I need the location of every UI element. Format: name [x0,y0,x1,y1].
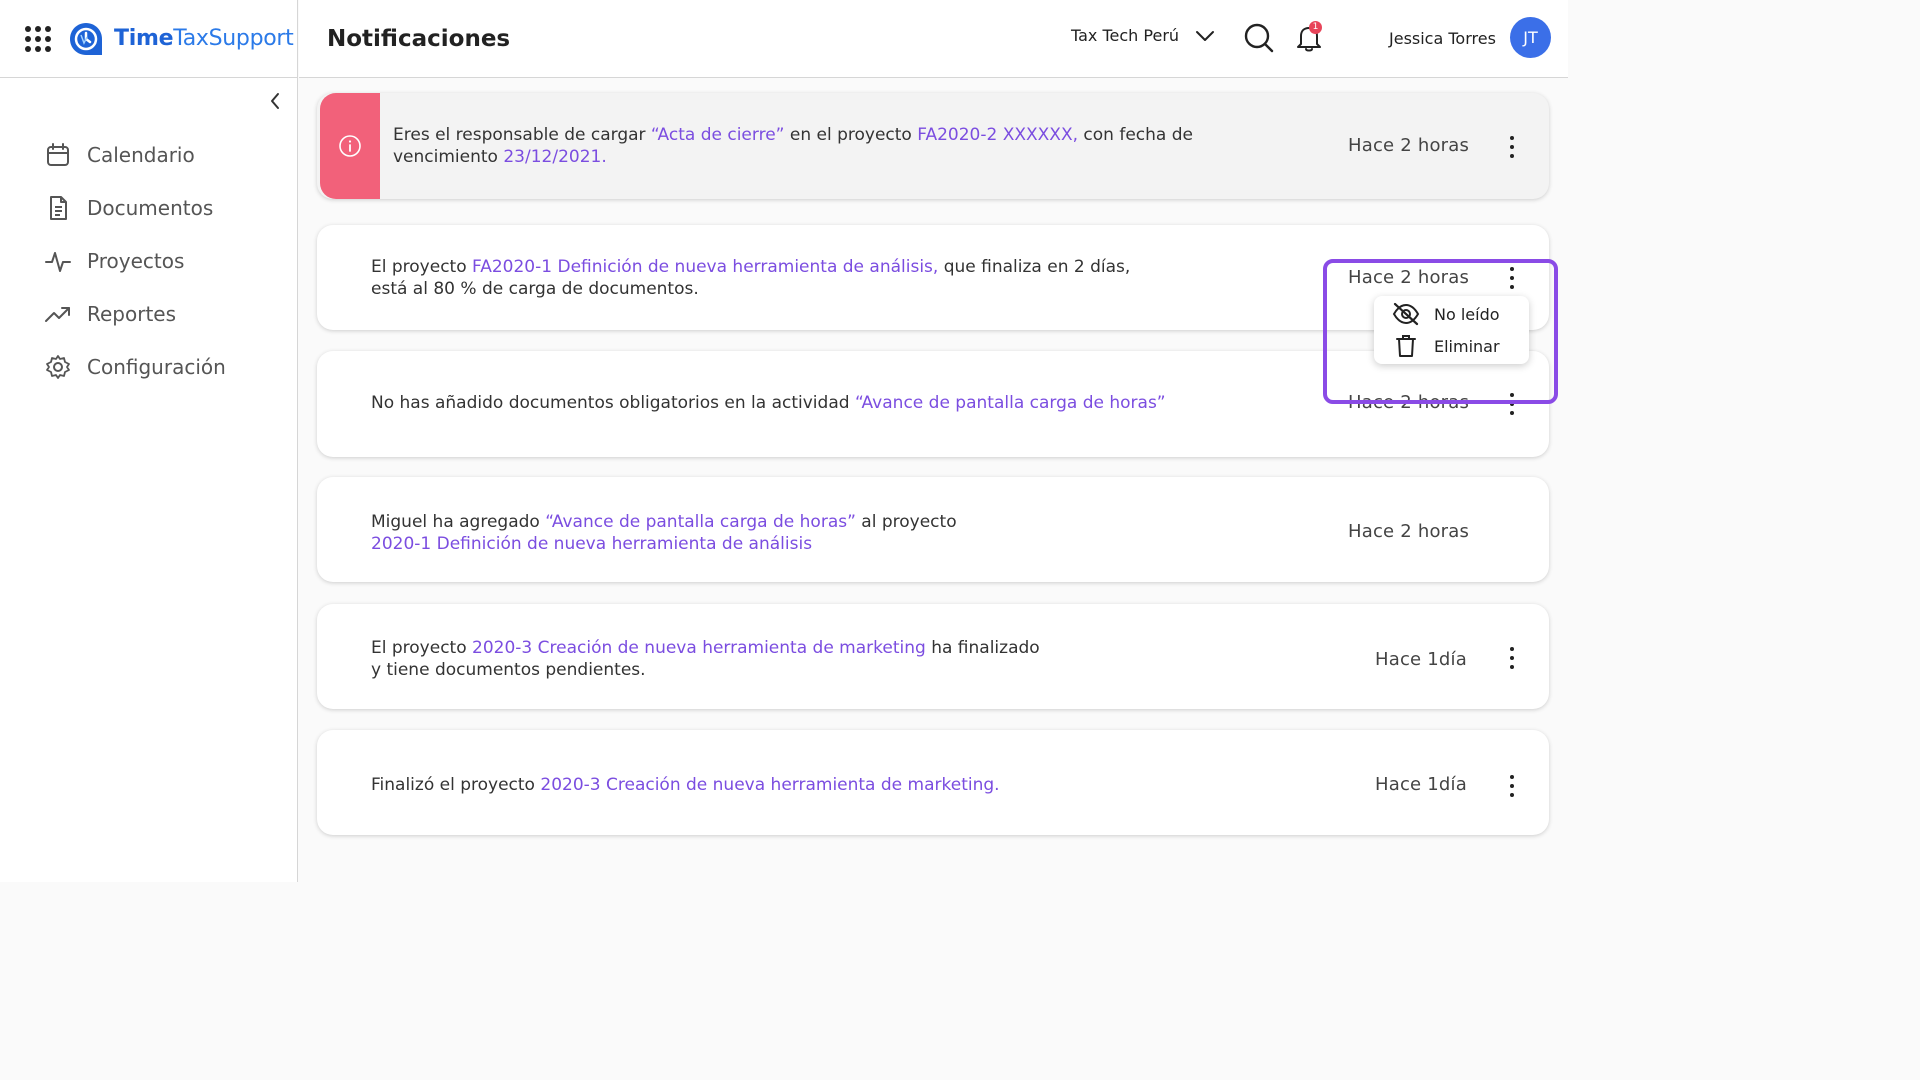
delete-menu-item[interactable]: Eliminar [1392,334,1500,358]
project-link[interactable]: FA2020-2 XXXXXX, [917,125,1078,145]
message-text: está al 80 % de carga de documentos. [371,279,699,299]
message-text: El proyecto [371,638,473,658]
brand-name: TimeTaxSupport [114,26,294,51]
sidebar: TimeTaxSupport Calendario Documentos Pro… [0,0,298,882]
menu-item-label: Eliminar [1434,336,1500,356]
project-link[interactable]: FA2020-1 Definición de nueva herramienta… [472,257,938,277]
message-text: al proyecto [855,512,957,532]
top-header: Notificaciones Tax Tech Perú 1 Jessica T… [299,0,1568,78]
sidebar-item-documentos[interactable]: Documentos [0,181,297,234]
info-icon [339,135,361,157]
sidebar-item-configuracion[interactable]: Configuración [0,340,297,393]
notification-message: No has añadido documentos obligatorios e… [371,392,1166,414]
document-link[interactable]: “Acta de cierre” [651,125,785,145]
sidebar-item-proyectos[interactable]: Proyectos [0,234,297,287]
brand-name-part1: Time [114,26,174,51]
notification-card[interactable]: Miguel ha agregado “Avance de pantalla c… [317,477,1549,582]
notification-card[interactable]: No has añadido documentos obligatorios e… [317,351,1549,457]
message-text: ha finalizado [925,638,1040,658]
logo-icon [70,22,102,55]
avatar[interactable]: JT [1510,17,1551,58]
notification-card[interactable]: El proyecto 2020-3 Creación de nueva her… [317,604,1549,709]
menu-item-label: No leído [1434,304,1500,324]
apps-grid-icon[interactable] [24,25,52,53]
message-text: Eres el responsable de cargar [393,125,651,145]
activity-icon [45,251,71,272]
sidebar-item-label: Documentos [87,195,214,220]
notification-message: Finalizó el proyecto 2020-3 Creación de … [371,774,1000,796]
message-text: que finaliza en 2 días, [938,257,1131,277]
project-link[interactable]: 2020-3 Creación de nueva herramienta de … [472,638,926,658]
message-text: vencimiento [393,147,504,167]
search-button[interactable] [1243,22,1275,58]
sidebar-item-label: Configuración [87,354,226,379]
message-text: El proyecto [371,257,473,277]
user-name[interactable]: Jessica Torres [1389,29,1496,48]
message-text: No has añadido documentos obligatorios e… [371,393,855,413]
notification-time: Hace 1día [1375,774,1467,795]
message-text: y tiene documentos pendientes. [371,660,646,680]
notification-context-menu: No leído Eliminar [1374,296,1529,364]
company-selector-label: Tax Tech Perú [1071,26,1180,45]
more-options-icon[interactable] [1503,647,1521,669]
document-icon [50,195,67,220]
gear-icon [46,354,70,379]
activity-link[interactable]: “Avance de pantalla carga de horas” [545,512,856,532]
chevron-down-icon [1196,30,1215,41]
project-link[interactable]: 2020-1 Definición de nueva herramienta d… [371,534,812,554]
trending-icon [45,306,70,322]
sidebar-item-label: Proyectos [87,248,185,273]
eye-off-icon [1392,302,1420,326]
notification-message: Eres el responsable de cargar “Acta de c… [393,124,1193,168]
alert-strip [320,93,380,199]
more-options-icon[interactable] [1503,775,1521,797]
notification-count-badge: 1 [1309,21,1322,34]
notification-time: Hace 2 horas [1348,521,1470,542]
brand-bar: TimeTaxSupport [0,0,297,78]
page-title: Notificaciones [327,25,511,52]
brand-name-part2: TaxSupport [173,26,294,51]
notification-card[interactable]: Finalizó el proyecto 2020-3 Creación de … [317,730,1549,835]
due-date-link[interactable]: 23/12/2021. [503,147,606,167]
calendar-icon [47,142,69,166]
notification-time: Hace 2 horas [1348,267,1470,288]
notification-card[interactable]: Eres el responsable de cargar “Acta de c… [317,93,1549,199]
sidebar-nav: Calendario Documentos Proyectos Reportes… [0,128,297,393]
sidebar-item-label: Calendario [87,142,195,167]
notification-time: Hace 1día [1375,649,1467,670]
message-text: Finalizó el proyecto [371,775,541,795]
company-selector[interactable]: Tax Tech Perú [1071,26,1215,45]
sidebar-item-calendario[interactable]: Calendario [0,128,297,181]
more-options-icon[interactable] [1503,136,1521,158]
message-text: con fecha de [1078,125,1193,145]
activity-link[interactable]: “Avance de pantalla carga de horas” [855,393,1166,413]
search-icon [1244,23,1274,53]
notification-card[interactable]: El proyecto FA2020-1 Definición de nueva… [317,225,1549,330]
notification-message: El proyecto FA2020-1 Definición de nueva… [371,256,1130,300]
trash-icon [1396,335,1416,357]
notification-message: Miguel ha agregado “Avance de pantalla c… [371,511,957,555]
sidebar-item-label: Reportes [87,301,177,326]
mark-unread-menu-item[interactable]: No leído [1392,302,1500,326]
project-link[interactable]: 2020-3 Creación de nueva herramienta de … [540,775,999,795]
notification-time: Hace 2 horas [1348,135,1470,156]
notification-message: El proyecto 2020-3 Creación de nueva her… [371,637,1040,681]
chevron-left-icon [271,93,279,109]
sidebar-item-reportes[interactable]: Reportes [0,287,297,340]
message-text: en el proyecto [784,125,918,145]
more-options-icon[interactable] [1503,267,1521,289]
message-text: Miguel ha agregado [371,512,546,532]
collapse-sidebar-button[interactable] [264,90,286,112]
notifications-button[interactable]: 1 [1293,21,1325,58]
more-options-icon[interactable] [1503,393,1521,415]
notification-time: Hace 2 horas [1348,392,1470,413]
